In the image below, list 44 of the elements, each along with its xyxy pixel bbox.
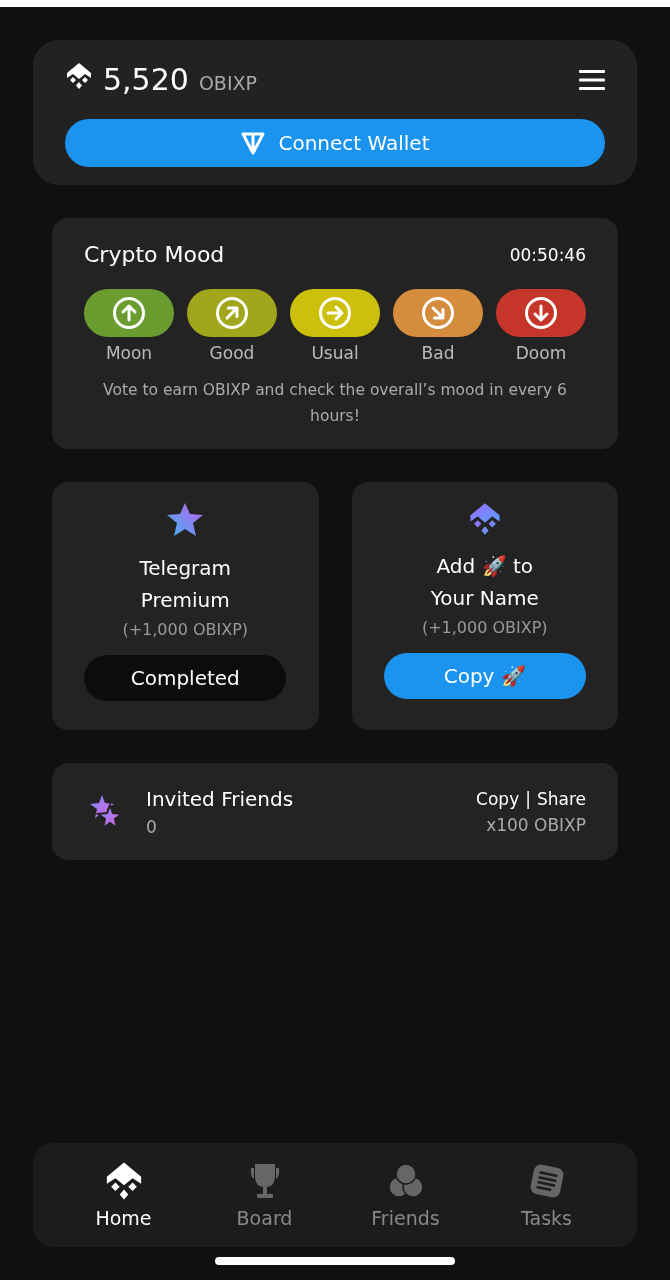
mood-vote-button[interactable]: [84, 289, 174, 337]
nav-tab[interactable]: Friends: [350, 1160, 461, 1230]
task-reward: (+1,000 OBIXP): [122, 620, 249, 639]
mood-vote-button[interactable]: [187, 289, 277, 337]
mood-label: Good: [209, 343, 255, 363]
mood-label: Usual: [311, 343, 359, 363]
card-title: Crypto Mood: [84, 242, 225, 267]
countdown-timer: 00:50:46: [509, 244, 586, 265]
task-reward: (+1,000 OBIXP): [421, 618, 548, 637]
currency-label: OBIXP: [198, 72, 257, 94]
arrow-circle-icon: [421, 296, 455, 330]
menu-icon[interactable]: [579, 69, 605, 90]
share-link[interactable]: Share: [536, 788, 586, 809]
invite-count: 0: [146, 816, 158, 837]
mood-vote-button[interactable]: [393, 289, 483, 337]
invite-reward: x100 OBIXP: [486, 814, 586, 835]
ton-icon: [240, 130, 267, 156]
task-title: Premium: [140, 587, 230, 614]
logo-icon: [65, 62, 93, 90]
arrow-circle-icon: [112, 296, 146, 330]
copy-link[interactable]: Copy: [476, 788, 520, 809]
arrow-circle-icon: [215, 296, 249, 330]
mood-label: Moon: [105, 343, 153, 363]
arrow-circle-icon: [524, 296, 558, 330]
logo-icon: [467, 502, 502, 536]
task-title: Add 🚀 to: [436, 553, 533, 580]
balance-amount: 5,520: [103, 62, 189, 97]
invite-title: Invited Friends: [146, 786, 295, 811]
mood-label: Doom: [515, 343, 567, 363]
mood-vote-button[interactable]: [290, 289, 380, 337]
nav-tab[interactable]: Board: [209, 1160, 320, 1230]
nav-tab[interactable]: Home: [68, 1160, 179, 1230]
mood-description: Vote to earn OBIXP and check the overall’s mood in every 6 hours!: [102, 380, 568, 427]
star-icon: [166, 502, 205, 538]
arrow-circle-icon: [318, 296, 352, 330]
separator-text: |: [525, 788, 531, 809]
mood-label: Bad: [421, 343, 455, 363]
task-title: Your Name: [430, 585, 539, 612]
copy-button[interactable]: Copy 🚀: [383, 653, 586, 699]
connect-wallet-button[interactable]: Connect Wallet: [65, 119, 605, 167]
mood-vote-button[interactable]: [496, 289, 586, 337]
task-title: Telegram: [139, 555, 232, 582]
completed-button[interactable]: Completed: [84, 655, 287, 701]
nav-tab[interactable]: Tasks: [491, 1160, 602, 1230]
